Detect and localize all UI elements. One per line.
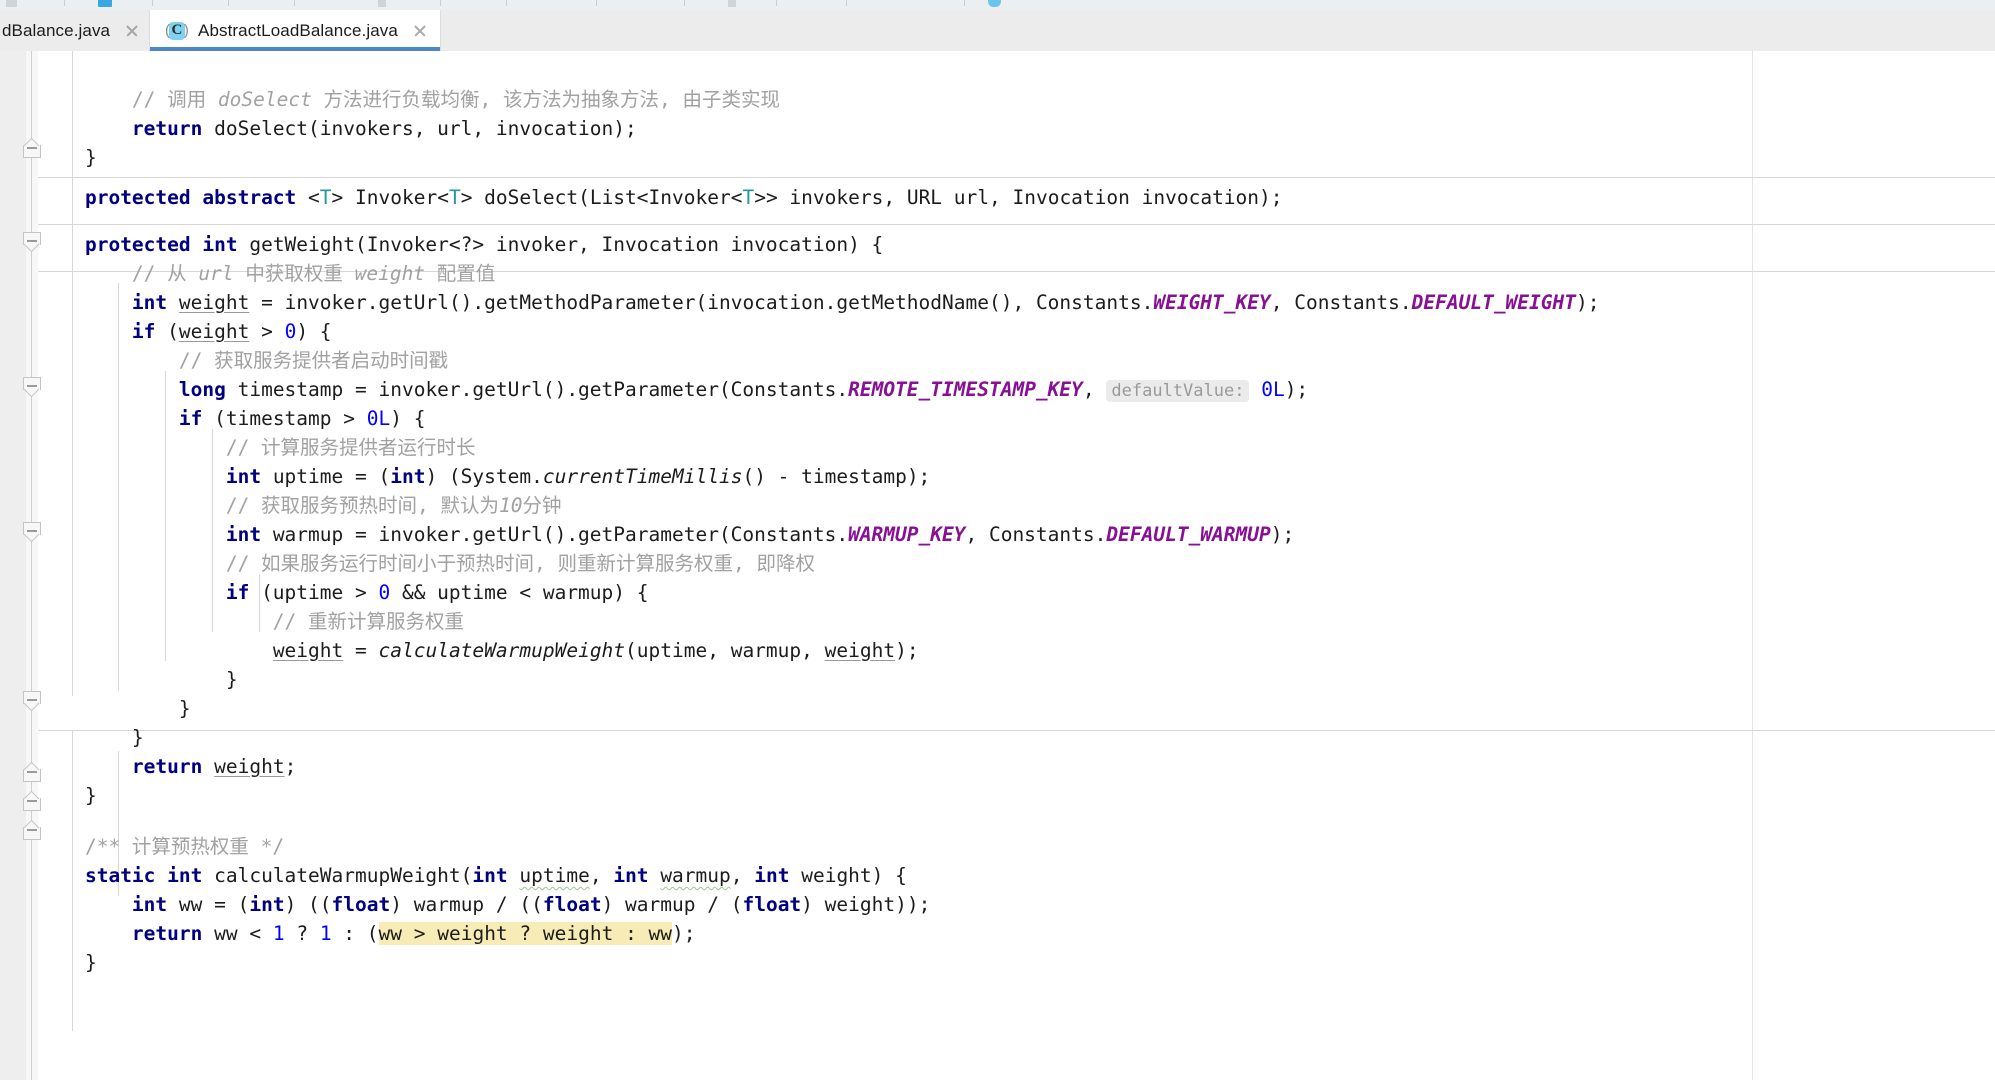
method-separator [38,177,1995,178]
toolbar-separator [964,0,965,6]
code-line[interactable]: static int calculateWarmupWeight(int upt… [38,861,907,890]
code-line[interactable]: return doSelect(invokers, url, invocatio… [38,114,637,143]
editor-tab-bar[interactable]: ( C ) dBalance.java ( C ) AbstractLoadBa… [0,10,1995,51]
toolbar-separator [152,0,153,6]
method-separator [38,730,1995,731]
toolbar-separator [684,0,685,6]
code-line[interactable]: } [38,665,238,694]
toolbar-separator [440,0,441,6]
inlay-hint-defaultvalue: defaultValue: [1106,380,1250,402]
toolbar-separator [846,0,847,6]
toolbar-separator [506,0,507,6]
code-line[interactable]: // 获取服务预热时间, 默认为10分钟 [38,491,562,520]
toolbar-separator [294,0,295,6]
ide-window: ( C ) dBalance.java ( C ) AbstractLoadBa… [0,0,1995,1080]
toolbar-separator [228,0,229,6]
editor-tab-label: AbstractLoadBalance.java [198,20,398,40]
code-line[interactable]: return weight; [38,752,296,781]
editor-tab-dbalance[interactable]: ( C ) dBalance.java [0,10,153,51]
code-line[interactable]: weight = calculateWarmupWeight(uptime, w… [38,636,919,665]
search-everywhere-icon[interactable] [988,0,1001,7]
toolbar-icon[interactable] [6,0,17,7]
code-line[interactable]: // 计算服务提供者运行时长 [38,433,476,462]
code-line[interactable]: protected int getWeight(Invoker<?> invok… [38,230,883,259]
close-icon[interactable] [124,23,140,39]
editor-tab-abstractloadbalance[interactable]: ( C ) AbstractLoadBalance.java [149,10,441,51]
code-line[interactable]: // 调用 doSelect 方法进行负载均衡, 该方法为抽象方法, 由子类实现 [38,85,780,114]
toolbar-icon[interactable] [728,0,736,7]
code-line[interactable]: if (timestamp > 0L) { [38,404,426,433]
code-line[interactable]: // 获取服务提供者启动时间戳 [38,346,448,375]
code-content[interactable]: // 调用 doSelect 方法进行负载均衡, 该方法为抽象方法, 由子类实现… [38,51,1995,1080]
code-line[interactable]: } [38,694,191,723]
code-line[interactable]: // 如果服务运行时间小于预热时间, 则重新计算服务权重, 即降权 [38,549,815,578]
code-line[interactable]: } [38,948,97,977]
fold-region-line [31,51,33,1080]
code-line[interactable]: if (uptime > 0 && uptime < warmup) { [38,578,649,607]
code-line[interactable]: if (weight > 0) { [38,317,332,346]
code-line[interactable]: // 重新计算服务权重 [38,607,464,636]
code-line[interactable]: protected abstract <T> Invoker<T> doSele… [38,183,1283,212]
run-configuration-icon[interactable] [98,0,112,7]
code-line[interactable]: int uptime = (int) (System.currentTimeMi… [38,462,930,491]
toolbar-icon[interactable] [378,0,386,7]
toolbar-separator [596,0,597,6]
editor-gutter[interactable] [0,51,27,1080]
code-line[interactable]: } [38,723,144,752]
code-line[interactable]: return ww < 1 ? 1 : (ww > weight ? weigh… [38,919,696,948]
code-editor[interactable]: // 调用 doSelect 方法进行负载均衡, 该方法为抽象方法, 由子类实现… [0,51,1995,1080]
code-line[interactable]: long timestamp = invoker.getUrl().getPar… [38,375,1308,404]
close-icon[interactable] [412,23,428,39]
editor-tab-label: dBalance.java [2,20,111,40]
search-match-highlight: ww > weight ? weight : ww [378,922,673,945]
java-class-icon: ( C ) [165,20,189,42]
code-line[interactable]: int warmup = invoker.getUrl().getParamet… [38,520,1294,549]
code-line[interactable]: } [38,143,97,172]
code-line[interactable]: } [38,781,97,810]
code-line[interactable]: // 从 url 中获取权重 weight 配置值 [38,259,495,288]
code-line[interactable]: /** 计算预热权重 */ [38,832,284,861]
method-separator [38,224,1995,225]
code-line[interactable]: int ww = (int) ((float) warmup / ((float… [38,890,930,919]
toolbar-separator [64,0,65,6]
right-margin-guide [1752,51,1753,1080]
toolbar-separator [776,0,777,6]
code-line[interactable]: int weight = invoker.getUrl().getMethodP… [38,288,1600,317]
